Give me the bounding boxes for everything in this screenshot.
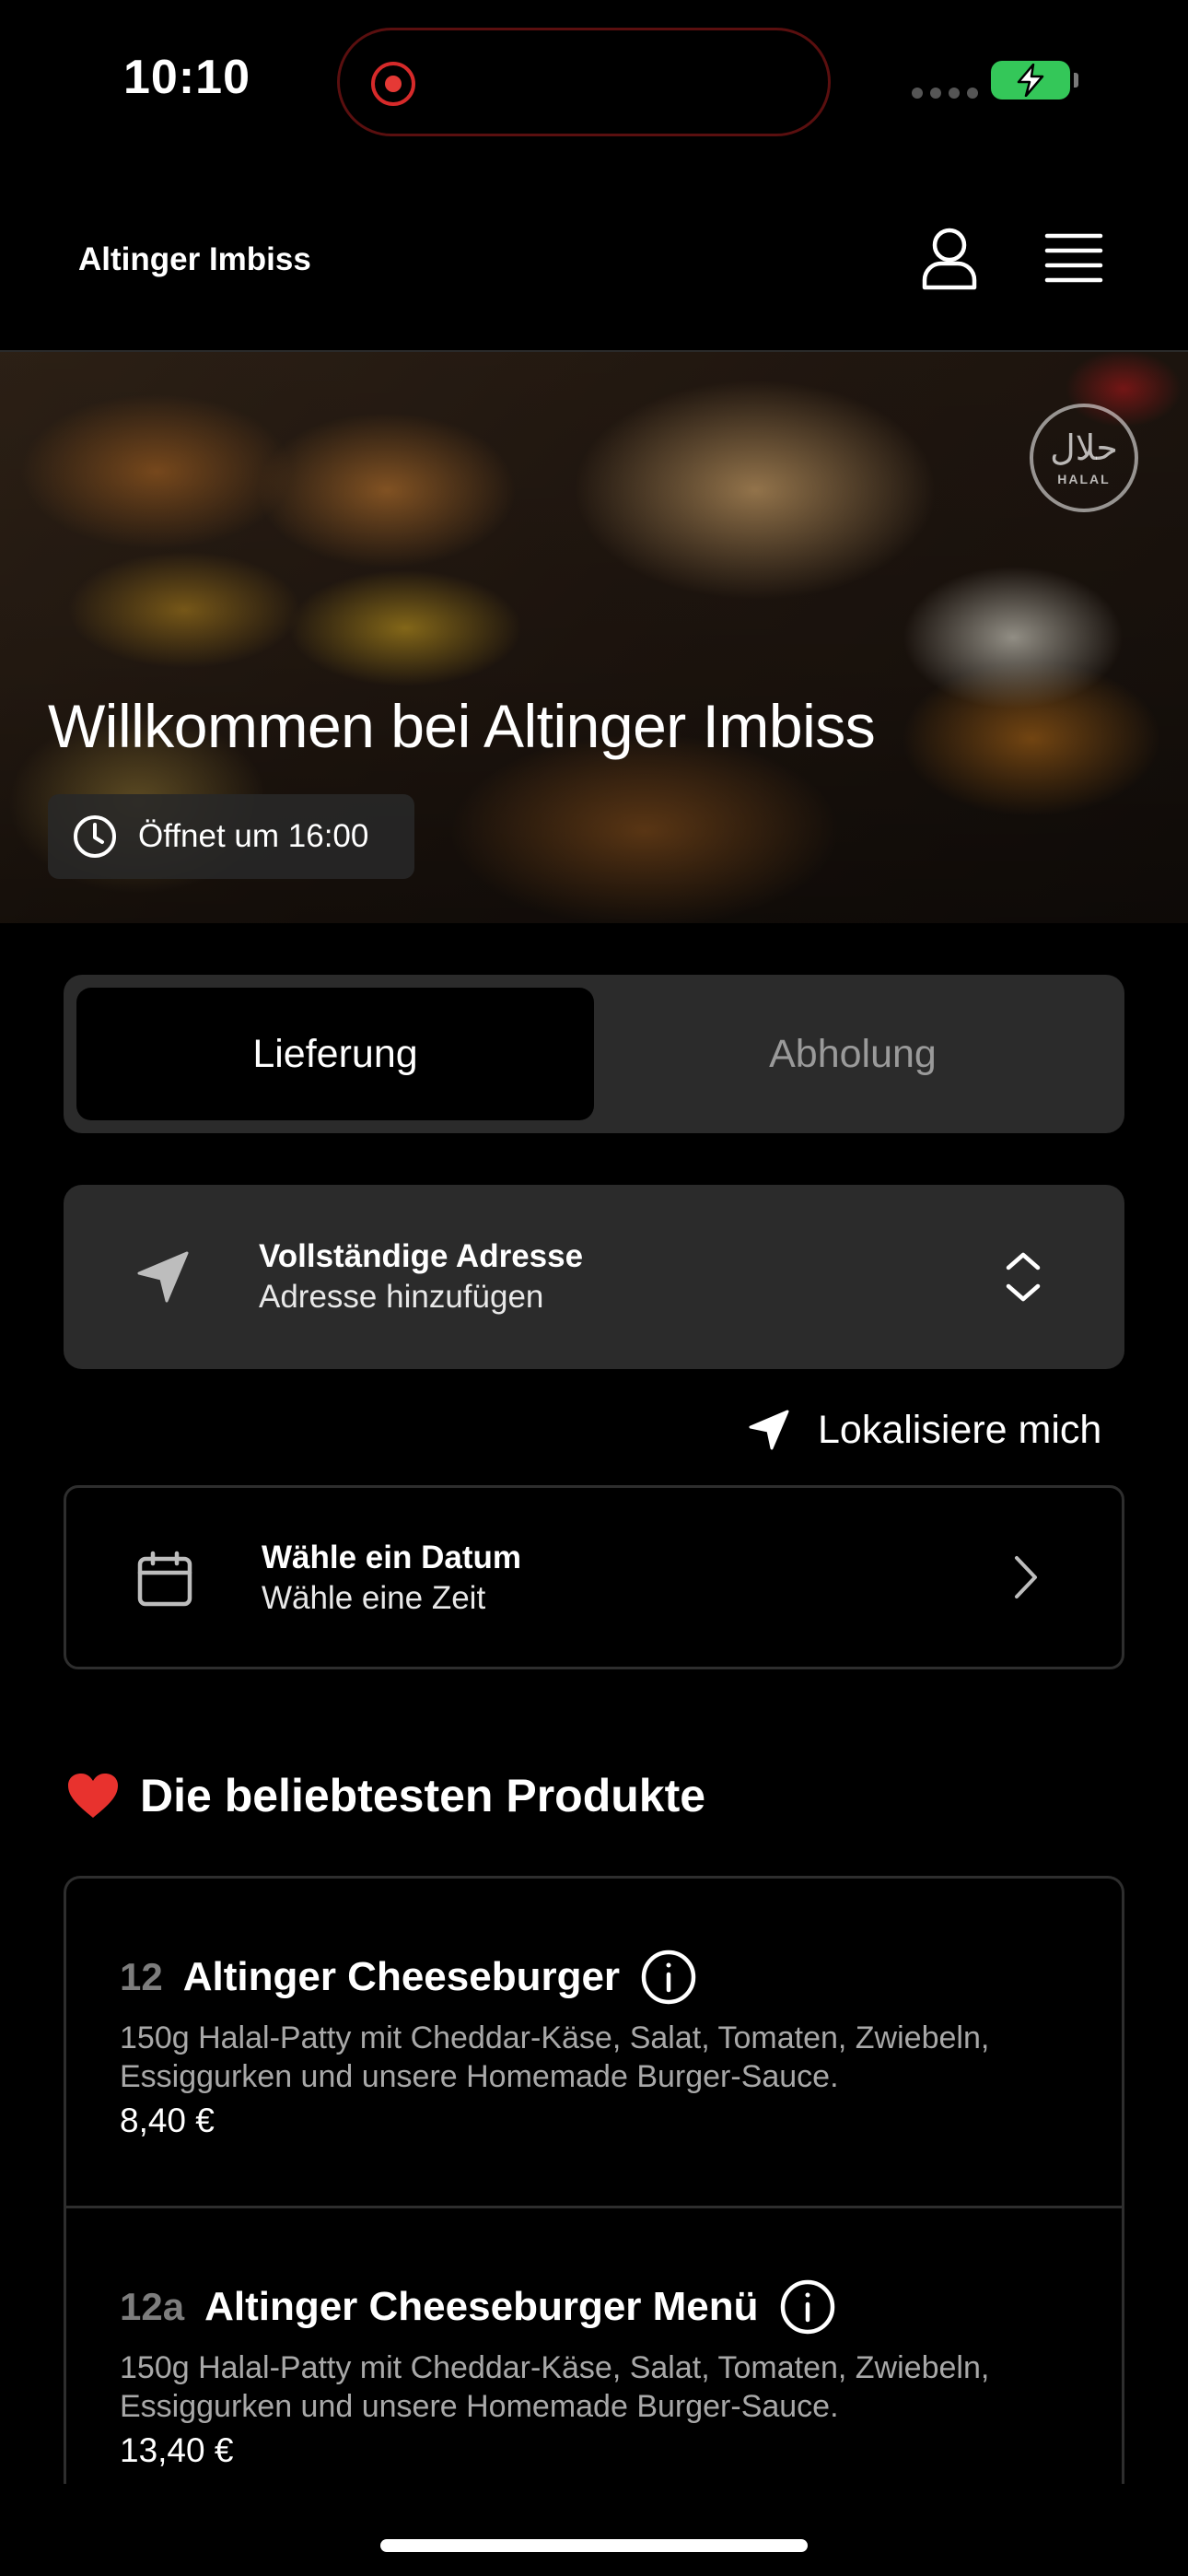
halal-badge: حلال HALAL: [1030, 404, 1138, 512]
dynamic-island: [337, 28, 831, 136]
app-header: Altinger Imbiss: [0, 166, 1188, 352]
opening-hours-badge: Öffnet um 16:00: [48, 794, 414, 879]
chevron-up-down-icon: [1006, 1252, 1041, 1302]
product-description: 150g Halal-Patty mit Cheddar-Käse, Salat…: [120, 2020, 990, 2094]
product-number: 12: [120, 1955, 163, 1998]
hamburger-menu-icon[interactable]: [1044, 232, 1103, 284]
tab-pickup[interactable]: Abholung: [594, 988, 1112, 1120]
locate-me-label: Lokalisiere mich: [818, 1407, 1102, 1452]
product-description: 150g Halal-Patty mit Cheddar-Käse, Salat…: [120, 2350, 990, 2424]
welcome-title: Willkommen bei Altinger Imbiss: [48, 692, 876, 760]
brand-name[interactable]: Altinger Imbiss: [78, 241, 311, 278]
heart-icon: [68, 1774, 118, 1818]
address-placeholder: Adresse hinzufügen: [259, 1279, 544, 1315]
popular-heading-text: Die beliebtesten Produkte: [140, 1770, 706, 1821]
location-arrow-icon: [749, 1410, 789, 1450]
user-account-icon[interactable]: [921, 227, 978, 291]
product-name: Altinger Cheeseburger: [182, 1954, 621, 1999]
product-number: 12a: [120, 2285, 185, 2328]
location-arrow-icon: [137, 1251, 189, 1303]
product-price: 8,40 €: [120, 2102, 215, 2139]
list-item[interactable]: 12 Altinger Cheeseburger 150g Halal-Patt…: [66, 1879, 1122, 2206]
address-selector[interactable]: Vollständige Adresse Adresse hinzufügen: [64, 1185, 1124, 1369]
opening-time: Öffnet um 16:00: [138, 818, 369, 854]
product-price: 13,40 €: [120, 2431, 234, 2469]
status-bar: 10:10: [0, 0, 1188, 166]
signal-icon: [912, 88, 978, 99]
product-name: Altinger Cheeseburger Menü: [204, 2284, 759, 2329]
address-title: Vollständige Adresse: [259, 1238, 584, 1274]
calendar-icon: [137, 1551, 192, 1607]
date-title: Wähle ein Datum: [262, 1540, 521, 1575]
product-list: 12 Altinger Cheeseburger 150g Halal-Patt…: [64, 1876, 1124, 2484]
locate-me-button[interactable]: Lokalisiere mich: [748, 1400, 1101, 1459]
info-icon[interactable]: [779, 2278, 836, 2336]
popular-products-heading: Die beliebtesten Produkte: [66, 1769, 705, 1822]
battery-charging-icon: [991, 61, 1078, 100]
time-subtitle: Wähle eine Zeit: [262, 1580, 486, 1616]
status-time: 10:10: [123, 51, 250, 104]
chevron-right-icon: [1015, 1556, 1037, 1598]
home-indicator[interactable]: [380, 2539, 808, 2552]
hero-banner: حلال HALAL Willkommen bei Altinger Imbis…: [0, 352, 1188, 923]
list-item[interactable]: 12a Altinger Cheeseburger Menü 150g Hala…: [66, 2206, 1122, 2484]
order-mode-toggle: Lieferung Abholung: [64, 975, 1124, 1133]
date-time-selector[interactable]: Wähle ein Datum Wähle eine Zeit: [64, 1485, 1124, 1669]
tab-delivery[interactable]: Lieferung: [76, 988, 594, 1120]
clock-icon: [74, 815, 116, 858]
recording-icon: [371, 62, 415, 106]
info-icon[interactable]: [640, 1949, 697, 2006]
